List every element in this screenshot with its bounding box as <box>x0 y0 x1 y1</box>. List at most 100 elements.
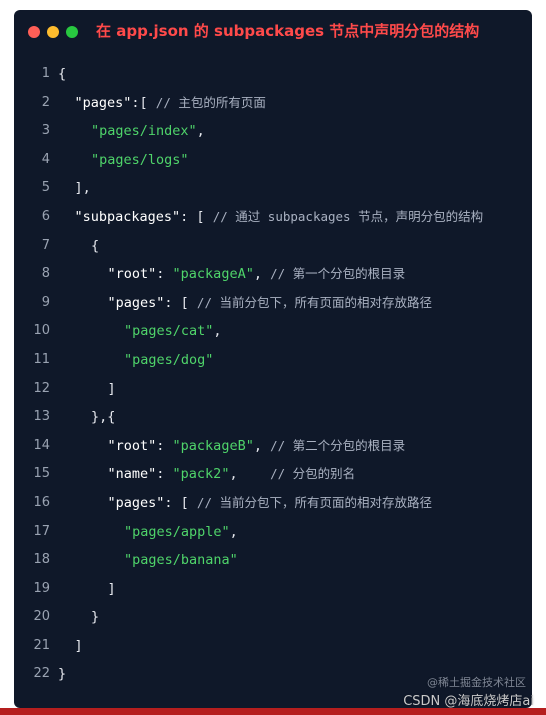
code-line: 9 "pages": [ // 当前分包下，所有页面的相对存放路径 <box>14 289 532 318</box>
window-title: 在 app.json 的 subpackages 节点中声明分包的结构 <box>96 22 480 40</box>
line-content: "pages": [ // 当前分包下，所有页面的相对存放路径 <box>108 489 433 518</box>
code-line: 11 "pages/dog" <box>14 346 532 375</box>
line-number: 7 <box>41 237 50 253</box>
punctuation: : [ <box>164 294 197 311</box>
line-number: 22 <box>33 666 50 682</box>
line-content: } <box>58 660 66 689</box>
line-content: "pages":[ // 主包的所有页面 <box>75 89 266 118</box>
json-key: "root" <box>107 437 157 454</box>
code-window: 在 app.json 的 subpackages 节点中声明分包的结构 1 {2 "… <box>14 10 532 708</box>
punctuation: , <box>213 323 222 340</box>
line-content: },{ <box>91 403 115 432</box>
code-line: 5], <box>14 174 532 203</box>
code-line: 18 "pages/banana" <box>14 546 532 575</box>
line-content: "root": "packageB", // 第二个分包的根目录 <box>108 432 406 461</box>
code-line: 10 "pages/cat", <box>14 317 532 346</box>
punctuation: , <box>229 523 238 540</box>
line-number: 4 <box>41 151 50 167</box>
line-number: 2 <box>41 94 50 110</box>
punctuation: , <box>196 123 205 140</box>
line-number: 14 <box>33 437 50 453</box>
title-bar: 在 app.json 的 subpackages 节点中声明分包的结构 <box>14 10 532 54</box>
code-line: 12] <box>14 375 532 404</box>
punctuation: ] <box>107 580 116 597</box>
code-line: 19] <box>14 575 532 604</box>
maximize-window-button[interactable] <box>66 26 78 38</box>
code-comment: // 通过 subpackages 节点，声明分包的结构 <box>212 208 484 224</box>
string-value: "pages/index" <box>91 123 197 140</box>
code-comment: // 分包的别名 <box>270 466 356 482</box>
line-number: 10 <box>33 323 50 339</box>
line-number: 9 <box>41 294 50 310</box>
code-line: 4 "pages/logs" <box>14 146 532 175</box>
minimize-window-button[interactable] <box>47 26 59 38</box>
line-number: 21 <box>33 637 50 653</box>
line-number: 16 <box>33 494 50 510</box>
code-comment: // 当前分包下，所有页面的相对存放路径 <box>196 294 432 310</box>
string-value: "pages/apple" <box>124 523 230 540</box>
line-content: "subpackages": [ // 通过 subpackages 节点，声明… <box>75 203 484 232</box>
punctuation: : [ <box>164 494 197 511</box>
string-value: "packageA" <box>172 266 254 283</box>
punctuation: } <box>58 666 67 683</box>
line-number: 3 <box>41 123 50 139</box>
code-line: 6 "subpackages": [ // 通过 subpackages 节点，声… <box>14 203 532 232</box>
code-line: 8 "root": "packageA", // 第一个分包的根目录 <box>14 260 532 289</box>
close-window-button[interactable] <box>28 26 40 38</box>
string-value: "pages/cat" <box>124 323 214 340</box>
line-content: ] <box>75 632 83 661</box>
punctuation: ] <box>74 637 83 654</box>
punctuation: , <box>229 466 271 483</box>
punctuation: :[ <box>131 94 156 111</box>
line-content: "pages/banana" <box>124 546 238 575</box>
line-content: "pages/logs" <box>91 146 189 175</box>
watermark-main: CSDN @海底烧烤店ai <box>403 694 534 709</box>
json-key: "pages" <box>107 494 165 511</box>
punctuation: { <box>58 66 67 82</box>
line-content: ] <box>108 375 116 404</box>
line-number: 20 <box>33 609 50 625</box>
json-key: "root" <box>107 266 157 283</box>
json-key: "pages" <box>74 94 132 111</box>
string-value: "pages/dog" <box>124 351 214 368</box>
code-line: 16 "pages": [ // 当前分包下，所有页面的相对存放路径 <box>14 489 532 518</box>
string-value: "pack2" <box>172 466 230 483</box>
watermark-secondary: @稀土掘金技术社区 <box>427 676 526 689</box>
line-number: 5 <box>41 180 50 196</box>
code-line: 15 "name": "pack2", // 分包的别名 <box>14 460 532 489</box>
line-content: "name": "pack2", // 分包的别名 <box>108 460 356 489</box>
line-content: { <box>91 232 99 261</box>
code-line: 14 "root": "packageB", // 第二个分包的根目录 <box>14 432 532 461</box>
line-number: 18 <box>33 552 50 568</box>
string-value: "pages/banana" <box>124 552 238 569</box>
code-line: 3 "pages/index", <box>14 117 532 146</box>
line-number: 12 <box>33 380 50 396</box>
code-comment: // 第一个分包的根目录 <box>270 266 406 282</box>
punctuation: } <box>91 609 100 626</box>
line-content: "pages/dog" <box>124 346 213 375</box>
code-comment: // 第二个分包的根目录 <box>270 437 406 453</box>
line-number: 1 <box>41 66 50 81</box>
json-key: "subpackages" <box>74 208 181 225</box>
line-content: "pages": [ // 当前分包下，所有页面的相对存放路径 <box>108 289 433 318</box>
line-number: 13 <box>33 409 50 425</box>
line-number: 11 <box>33 351 50 367</box>
watermark: @稀土掘金技术社区 CSDN @海底烧烤店ai <box>403 676 534 709</box>
punctuation: : <box>156 266 173 283</box>
code-comment: // 当前分包下，所有页面的相对存放路径 <box>196 494 432 510</box>
line-content: ], <box>75 174 91 203</box>
line-content: } <box>91 603 99 632</box>
code-line: 20} <box>14 603 532 632</box>
code-line: 17 "pages/apple", <box>14 518 532 547</box>
json-key: "pages" <box>107 294 165 311</box>
bottom-accent-bar <box>0 708 546 715</box>
line-content: "pages/apple", <box>124 518 238 547</box>
punctuation: { <box>91 237 100 254</box>
punctuation: : <box>156 466 173 483</box>
line-content: { <box>58 60 66 89</box>
line-content: "pages/index", <box>91 117 205 146</box>
line-content: ] <box>108 575 116 604</box>
line-number: 15 <box>33 466 50 482</box>
code-block: 1 {2 "pages":[ // 主包的所有页面 3 "pages/index", 4 "… <box>14 60 532 689</box>
punctuation: : <box>156 437 173 454</box>
